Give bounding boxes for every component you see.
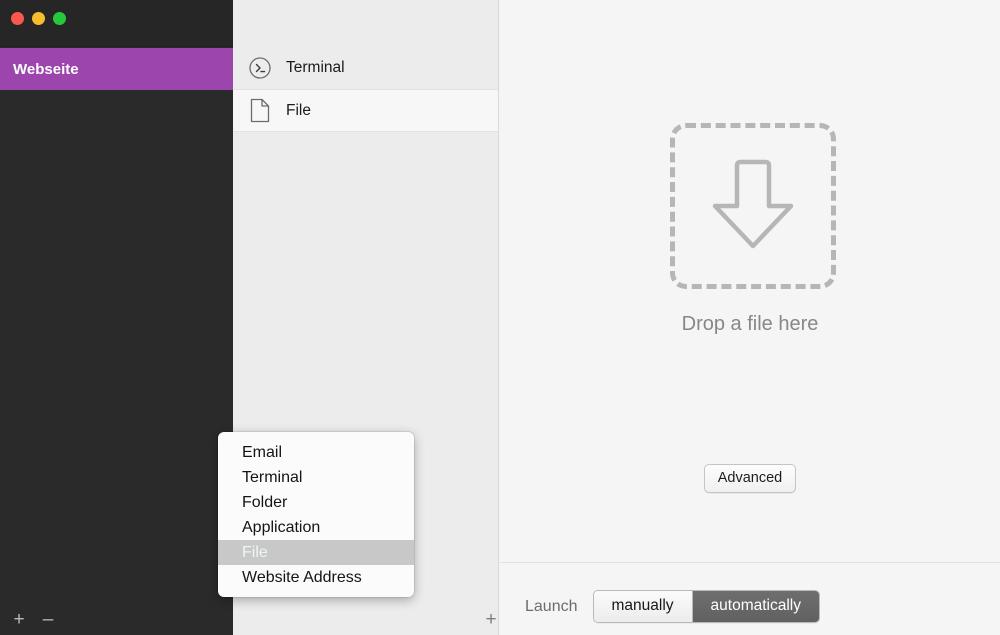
advanced-button-wrapper: Advanced [500, 464, 1000, 493]
add-action-popup-menu: Email Terminal Folder Application File W… [218, 432, 414, 597]
sidebar: Webseite + – [0, 0, 233, 635]
menu-item-website-address[interactable]: Website Address [218, 565, 414, 590]
list-item-label: Terminal [286, 58, 345, 76]
menu-item-email[interactable]: Email [218, 440, 414, 465]
maximize-window-icon[interactable] [53, 12, 66, 25]
sidebar-list: Webseite [0, 48, 233, 90]
terminal-icon [248, 55, 272, 81]
menu-item-folder[interactable]: Folder [218, 490, 414, 515]
list-item-label: File [286, 101, 311, 119]
sidebar-footer: + – [0, 603, 233, 635]
launch-label: Launch [525, 597, 578, 615]
menu-item-application[interactable]: Application [218, 515, 414, 540]
sidebar-item-webseite[interactable]: Webseite [0, 48, 233, 90]
menu-item-terminal[interactable]: Terminal [218, 465, 414, 490]
list-item-file[interactable]: File [233, 89, 498, 132]
launch-option-automatically[interactable]: automatically [691, 591, 819, 622]
detail-panel: Drop a file here Advanced [500, 0, 1000, 635]
launch-section-divider [500, 562, 1000, 563]
launch-section: Launch manually automatically [525, 590, 820, 623]
file-dropzone[interactable] [670, 123, 836, 289]
launch-segmented-control: manually automatically [592, 590, 820, 623]
sidebar-remove-button[interactable]: – [35, 606, 61, 632]
title-bar [0, 0, 233, 47]
menu-item-file[interactable]: File [218, 540, 414, 565]
download-arrow-icon [707, 154, 799, 259]
list-item-terminal[interactable]: Terminal [233, 46, 498, 89]
file-icon [248, 98, 272, 124]
app-window: Webseite + – Terminal File + Drop a file… [0, 0, 1000, 635]
traffic-light-buttons [11, 12, 66, 25]
launch-option-manually[interactable]: manually [593, 591, 692, 622]
dropzone-caption: Drop a file here [681, 313, 819, 335]
sidebar-add-button[interactable]: + [6, 606, 32, 632]
close-window-icon[interactable] [11, 12, 24, 25]
advanced-button[interactable]: Advanced [703, 464, 797, 493]
sidebar-item-label: Webseite [13, 60, 79, 78]
action-list: Terminal File [233, 46, 498, 132]
minimize-window-icon[interactable] [32, 12, 45, 25]
